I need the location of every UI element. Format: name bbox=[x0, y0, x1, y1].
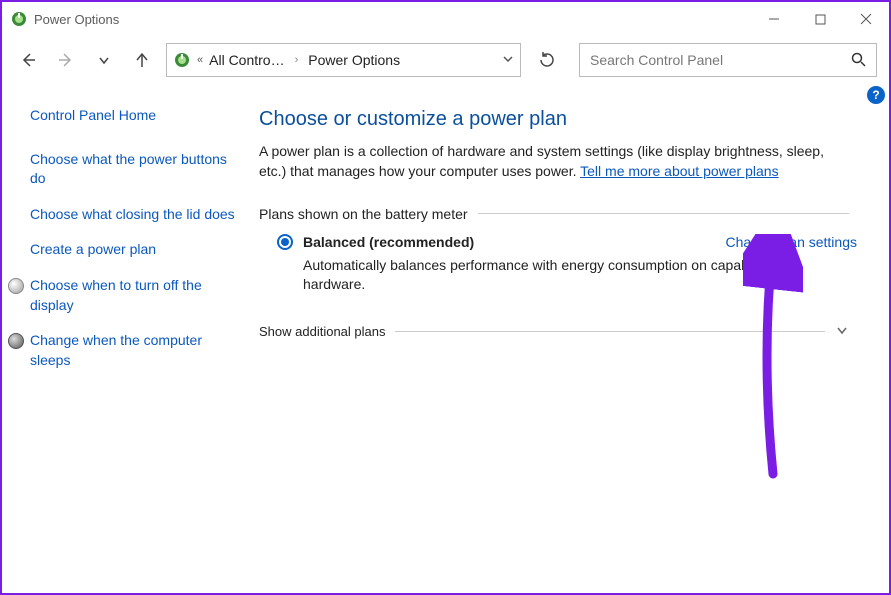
sidebar: Control Panel Home Choose what the power… bbox=[2, 84, 257, 593]
sidebar-item-closing-lid[interactable]: Choose what closing the lid does bbox=[30, 205, 243, 225]
refresh-button[interactable] bbox=[531, 43, 563, 77]
close-button[interactable] bbox=[843, 2, 889, 36]
forward-button[interactable] bbox=[52, 46, 80, 74]
window-controls bbox=[751, 2, 889, 36]
recent-dropdown[interactable] bbox=[90, 46, 118, 74]
breadcrumb-root[interactable]: All Contro… bbox=[209, 52, 284, 68]
sidebar-item-computer-sleeps[interactable]: Change when the computer sleeps bbox=[30, 331, 243, 370]
back-button[interactable] bbox=[14, 46, 42, 74]
titlebar-left: Power Options bbox=[10, 10, 119, 28]
plans-section-label: Plans shown on the battery meter bbox=[259, 206, 849, 222]
plan-balanced: Balanced (recommended) Change plan setti… bbox=[277, 234, 857, 295]
up-button[interactable] bbox=[128, 46, 156, 74]
divider bbox=[395, 331, 825, 332]
search-icon[interactable] bbox=[850, 51, 866, 70]
divider bbox=[478, 213, 849, 214]
breadcrumb-current[interactable]: Power Options bbox=[308, 52, 400, 68]
window-title: Power Options bbox=[34, 12, 119, 27]
learn-more-link[interactable]: Tell me more about power plans bbox=[580, 163, 778, 179]
power-options-icon bbox=[173, 51, 191, 69]
navbar: « All Contro… › Power Options bbox=[2, 36, 889, 84]
plans-label-text: Plans shown on the battery meter bbox=[259, 206, 468, 222]
sidebar-item-turn-off-display[interactable]: Choose when to turn off the display bbox=[30, 276, 243, 315]
chevron-down-icon bbox=[835, 323, 849, 340]
change-plan-settings-link[interactable]: Change plan settings bbox=[725, 234, 857, 250]
page-title: Choose or customize a power plan bbox=[259, 108, 869, 131]
expander-label: Show additional plans bbox=[259, 324, 385, 339]
plan-name: Balanced (recommended) bbox=[303, 234, 474, 250]
page-description: A power plan is a collection of hardware… bbox=[259, 141, 849, 182]
plan-description: Automatically balances performance with … bbox=[303, 256, 823, 295]
content-pane: ? Choose or customize a power plan A pow… bbox=[257, 84, 889, 593]
control-panel-home-link[interactable]: Control Panel Home bbox=[30, 106, 243, 126]
breadcrumb-prefix-icon: « bbox=[197, 54, 203, 66]
sidebar-item-power-buttons[interactable]: Choose what the power buttons do bbox=[30, 150, 243, 189]
maximize-button[interactable] bbox=[797, 2, 843, 36]
chevron-right-icon: › bbox=[295, 54, 299, 66]
radio-checked-icon bbox=[277, 234, 293, 250]
window-frame: Power Options bbox=[0, 0, 891, 595]
display-off-icon bbox=[8, 278, 24, 294]
sleep-icon bbox=[8, 333, 24, 349]
titlebar: Power Options bbox=[2, 2, 889, 36]
address-bar[interactable]: « All Contro… › Power Options bbox=[166, 43, 521, 77]
show-additional-plans[interactable]: Show additional plans bbox=[259, 323, 849, 340]
plan-radio-balanced[interactable]: Balanced (recommended) bbox=[277, 234, 474, 250]
search-box[interactable] bbox=[579, 43, 877, 77]
address-dropdown[interactable] bbox=[502, 52, 514, 68]
search-input[interactable] bbox=[588, 51, 868, 69]
power-options-icon bbox=[10, 10, 28, 28]
minimize-button[interactable] bbox=[751, 2, 797, 36]
sidebar-item-create-plan[interactable]: Create a power plan bbox=[30, 240, 243, 260]
help-icon[interactable]: ? bbox=[867, 86, 885, 104]
body: Control Panel Home Choose what the power… bbox=[2, 84, 889, 593]
